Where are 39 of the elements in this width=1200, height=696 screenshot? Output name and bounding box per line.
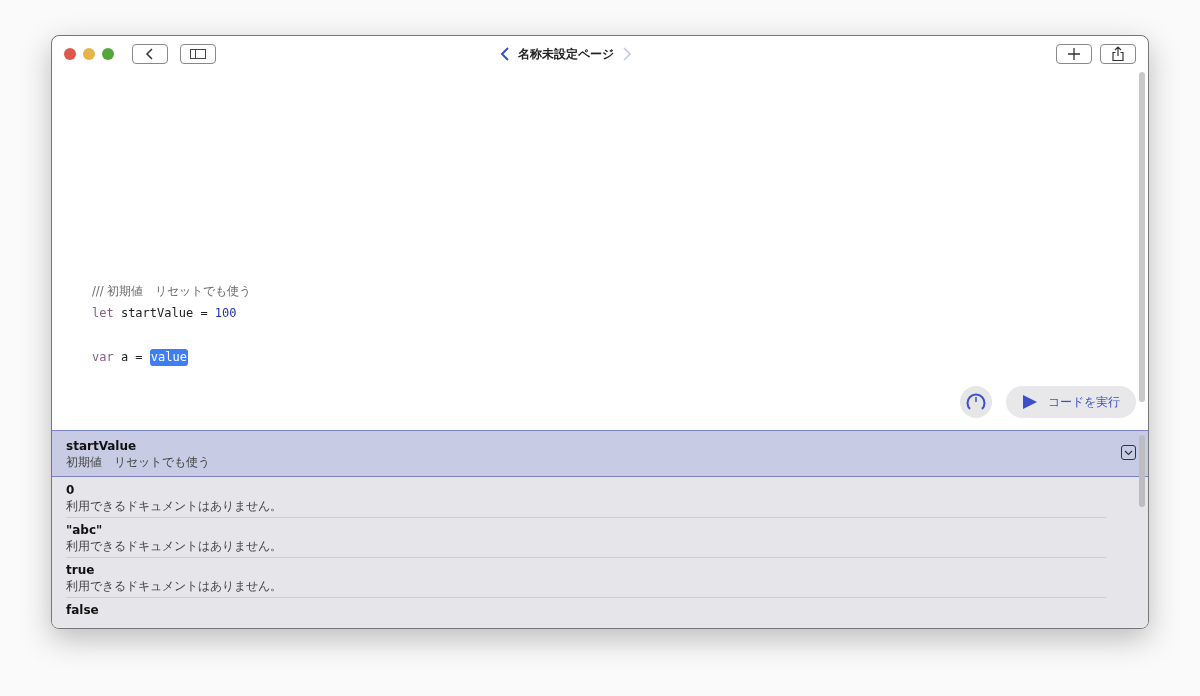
zoom-button[interactable] — [102, 48, 114, 60]
scrollbar[interactable] — [1139, 72, 1145, 402]
completion-name[interactable]: startValue — [66, 438, 1134, 454]
code-line: /// 初期値 リセットでも使う — [92, 283, 253, 300]
sidebar-icon — [188, 48, 208, 60]
code-text: a = — [119, 349, 144, 366]
speed-button[interactable] — [960, 386, 992, 418]
completion-doc: 利用できるドキュメントはありません。 — [66, 498, 283, 514]
chevron-left-icon — [145, 48, 155, 60]
completion-item[interactable]: "abc" 利用できるドキュメントはありません。 — [52, 517, 1148, 557]
plus-icon — [1067, 47, 1081, 61]
run-code-button[interactable]: コードを実行 — [1006, 386, 1136, 418]
chevron-down-icon — [1124, 449, 1133, 456]
share-button[interactable] — [1100, 44, 1136, 64]
window-title: 名称未設定ページ — [518, 45, 614, 63]
completion-name[interactable]: false — [66, 602, 1134, 618]
completion-item-highlight[interactable]: startValue 初期値 リセットでも使う — [52, 431, 1148, 477]
minimize-button[interactable] — [83, 48, 95, 60]
completion-doc: 初期値 リセットでも使う — [66, 454, 211, 470]
chevron-left-icon[interactable] — [500, 46, 510, 62]
code-line: let startValue = 100 — [92, 305, 238, 322]
completion-item[interactable]: true 利用できるドキュメントはありません。 — [52, 557, 1148, 597]
completion-item[interactable]: false — [52, 597, 1148, 621]
sidebar-button[interactable] — [180, 44, 216, 64]
play-icon — [1022, 394, 1038, 410]
completion-name[interactable]: true — [66, 562, 1134, 578]
add-button[interactable] — [1056, 44, 1092, 64]
completion-doc: 利用できるドキュメントはありません。 — [66, 538, 283, 554]
back-button[interactable] — [132, 44, 168, 64]
code-text: var — [92, 349, 114, 366]
completion-name[interactable]: 0 — [66, 482, 1134, 498]
expand-button[interactable] — [1121, 445, 1136, 460]
share-icon — [1111, 46, 1125, 62]
scrollbar[interactable] — [1139, 435, 1145, 507]
placeholder-token[interactable]: value — [149, 348, 188, 366]
close-button[interactable] — [64, 48, 76, 60]
completion-name[interactable]: "abc" — [66, 522, 1134, 538]
completion-item[interactable]: 0 利用できるドキュメントはありません。 — [52, 477, 1148, 517]
completion-doc: 利用できるドキュメントはありません。 — [66, 578, 283, 594]
